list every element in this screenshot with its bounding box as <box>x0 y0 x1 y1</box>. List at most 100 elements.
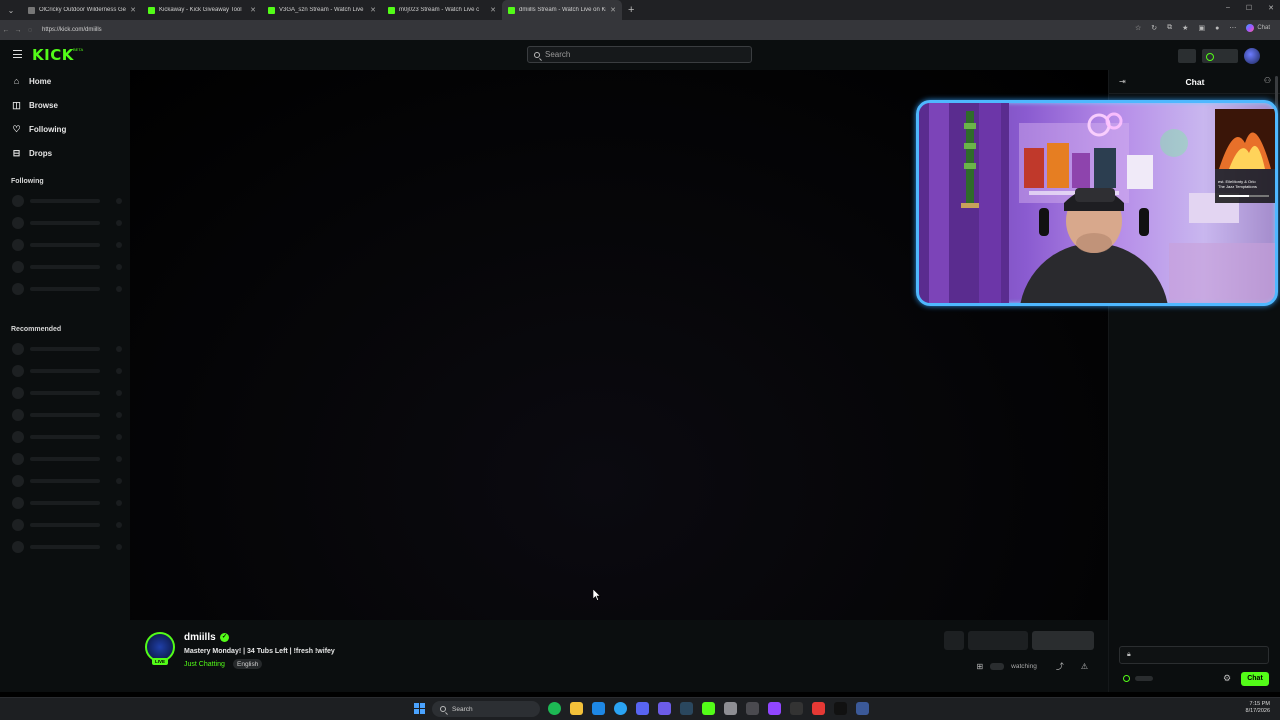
collections-icon[interactable]: ▣ <box>1198 24 1205 32</box>
tab-close-icon[interactable]: ✕ <box>250 6 256 14</box>
send-chat-button[interactable]: Chat <box>1241 672 1269 686</box>
maximize-icon[interactable]: ☐ <box>1246 4 1252 12</box>
refresh-icon[interactable]: ↻ <box>1151 24 1157 32</box>
menu-icon[interactable] <box>13 50 22 58</box>
kick-app-icon[interactable] <box>702 702 715 715</box>
channel-skeleton <box>12 519 122 531</box>
chat-input[interactable]: 🔒︎ <box>1119 646 1269 664</box>
user-avatar[interactable] <box>1244 48 1260 64</box>
favorite-star-icon[interactable]: ☆ <box>1135 24 1141 32</box>
extensions-icon[interactable]: ⧉ <box>1167 24 1172 32</box>
app-icon[interactable] <box>658 702 671 715</box>
channel-skeleton <box>12 365 122 377</box>
tab-favicon-icon <box>268 6 275 14</box>
browser-tab[interactable]: V3GA_szn Stream - Watch Live ✕ <box>262 0 382 20</box>
clock[interactable]: 7:15 PM 8/17/2026 <box>1246 701 1270 715</box>
share-icon[interactable]: ⤴ <box>1056 661 1064 672</box>
app-icon[interactable] <box>724 702 737 715</box>
new-tab-icon[interactable]: + <box>628 4 634 16</box>
sidebar-item-browse[interactable]: ◫ Browse <box>12 100 58 111</box>
close-window-icon[interactable]: ✕ <box>1268 4 1274 12</box>
minimize-icon[interactable]: – <box>1226 4 1230 12</box>
sidebar-item-home[interactable]: ⌂ Home <box>12 77 51 87</box>
browser-tab[interactable]: Kickaway - Kick Giveaway Tool ✕ <box>142 0 262 20</box>
more-icon[interactable]: ⋯ <box>1229 24 1236 32</box>
file-explorer-icon[interactable] <box>570 702 583 715</box>
screen: ⌄ OlCricky Outdoor Wilderness Gen ✕ Kick… <box>0 0 1280 720</box>
channel-skeleton <box>12 261 122 273</box>
sidebar-item-label: Following <box>29 125 67 134</box>
tab-title: m0j023 Stream - Watch Live c <box>399 7 480 13</box>
chat-footer: ⚙ Chat <box>1109 670 1280 688</box>
profile-icon[interactable]: ● <box>1215 25 1219 32</box>
loading-icon[interactable]: ◌ <box>24 27 36 34</box>
site-header: KICK BETA Search <box>0 40 1280 70</box>
now-playing-overlay: est. EileMonty & Orlo The Jazz Temptatio… <box>1218 179 1257 189</box>
discord-icon[interactable] <box>636 702 649 715</box>
app-icon[interactable] <box>856 702 869 715</box>
browser-tab[interactable]: m0j023 Stream - Watch Live c ✕ <box>382 0 502 20</box>
clips-icon[interactable]: ⊞ <box>976 662 983 671</box>
address-bar: ← → ◌ https://kick.com/dmiills ☆ ↻ ⧉ ★ ▣… <box>0 20 1280 40</box>
edge-icon[interactable] <box>614 702 627 715</box>
obs-icon[interactable] <box>768 702 781 715</box>
language-tag[interactable]: English <box>233 659 263 669</box>
report-icon[interactable]: ⚠ <box>1081 662 1088 671</box>
webcam-overlay: est. EileMonty & Orlo The Jazz Temptatio… <box>916 100 1278 306</box>
channel-skeleton <box>12 475 122 487</box>
windows-start-icon[interactable] <box>414 703 425 714</box>
sidebar-item-label: Drops <box>29 149 53 158</box>
channel-points-icon[interactable] <box>1123 675 1130 682</box>
app-icon[interactable] <box>812 702 825 715</box>
search-icon <box>534 51 540 58</box>
tab-menu-icon[interactable]: ⌄ <box>0 0 22 20</box>
live-badge: LIVE <box>152 658 169 665</box>
browser-tab[interactable]: OlCricky Outdoor Wilderness Gen ✕ <box>22 0 142 20</box>
beta-badge: BETA <box>73 47 84 52</box>
stream-title: Mastery Monday! | 34 Tubs Left | !fresh … <box>184 648 335 655</box>
app-icon[interactable] <box>790 702 803 715</box>
tab-close-icon[interactable]: ✕ <box>490 6 496 14</box>
channel-skeleton <box>12 409 122 421</box>
search-input[interactable]: Search <box>527 46 752 63</box>
spotify-icon[interactable] <box>548 702 561 715</box>
clock-date: 8/17/2026 <box>1245 708 1270 714</box>
copilot-button[interactable]: Chat <box>1246 24 1270 32</box>
browser-tab-active[interactable]: dmiills Stream - Watch Live on Kick ✕ <box>502 0 622 20</box>
favorites-icon[interactable]: ★ <box>1182 24 1188 32</box>
tab-close-icon[interactable]: ✕ <box>610 6 616 14</box>
tiktok-icon[interactable] <box>834 702 847 715</box>
tab-close-icon[interactable]: ✕ <box>370 6 376 14</box>
taskbar-apps <box>548 702 869 715</box>
url-field[interactable]: https://kick.com/dmiills <box>42 27 102 33</box>
tab-title: Kickaway - Kick Giveaway Tool <box>159 7 242 13</box>
sidebar-item-label: Browse <box>29 101 58 110</box>
back-icon[interactable]: ← <box>0 27 12 34</box>
viewer-count-skeleton <box>990 663 1005 670</box>
channel-name[interactable]: dmiills <box>184 632 216 643</box>
forward-icon[interactable]: → <box>12 27 24 34</box>
taskbar-search[interactable]: Search <box>432 701 540 717</box>
sidebar-item-drops[interactable]: ⊟ Drops <box>12 149 53 159</box>
chat-users-icon[interactable]: ⚇ <box>1264 76 1271 85</box>
sidebar-item-following[interactable]: ♡ Following <box>12 125 67 135</box>
notifications-button[interactable] <box>1178 49 1196 63</box>
camera-icon[interactable] <box>746 702 759 715</box>
tab-close-icon[interactable]: ✕ <box>130 6 136 14</box>
chat-settings-icon[interactable]: ⚙ <box>1223 673 1231 684</box>
steam-icon[interactable] <box>680 702 693 715</box>
channel-skeleton <box>12 431 122 443</box>
store-icon[interactable] <box>592 702 605 715</box>
copilot-icon <box>1246 24 1255 32</box>
copilot-label: Chat <box>1257 25 1270 31</box>
chat-title: Chat <box>1185 77 1205 87</box>
taskbar-search-icon <box>440 706 446 712</box>
kick-logo[interactable]: KICK <box>32 46 74 64</box>
chat-header: ⇥ Chat ⚇ <box>1109 70 1280 94</box>
points-button[interactable] <box>1202 49 1238 63</box>
tab-favicon-icon <box>28 6 35 14</box>
clock-time: 7:15 PM <box>1249 701 1270 707</box>
stream-category[interactable]: Just Chatting <box>184 661 225 668</box>
sidebar: ⌂ Home ◫ Browse ♡ Following ⊟ Drops Foll… <box>0 70 130 692</box>
browse-icon: ◫ <box>12 100 21 110</box>
